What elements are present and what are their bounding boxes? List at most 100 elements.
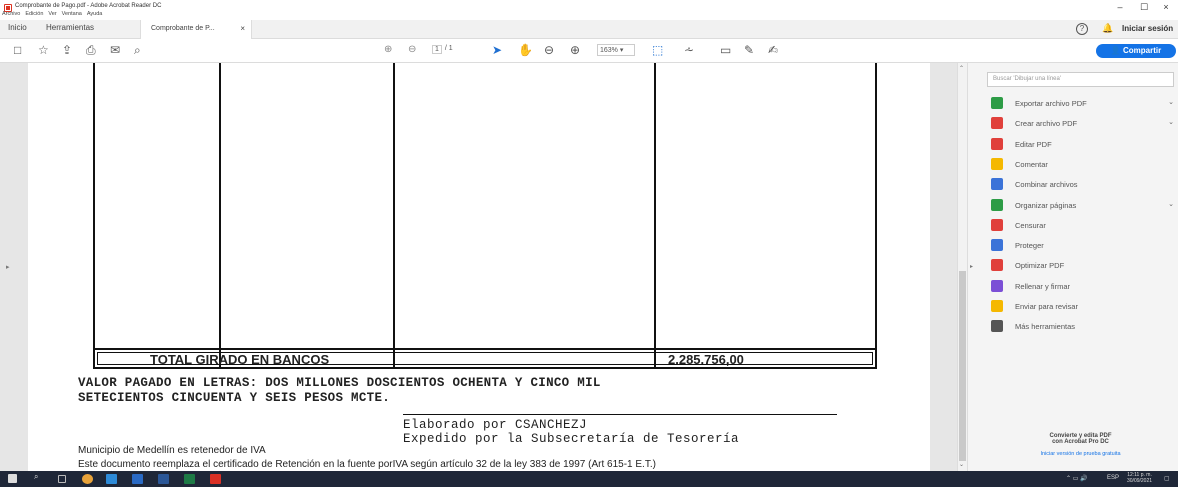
page-current-input[interactable]: 1 [432,45,442,54]
tool-item[interactable]: Comentar [991,157,1176,173]
tool-item-label: Más herramientas [1015,322,1076,332]
page-down-icon[interactable]: ⊖ [408,43,416,57]
menu-archivo[interactable]: Archivo [2,11,20,17]
zoom-out-icon[interactable]: ⊖ [544,43,554,57]
explorer-icon[interactable] [106,474,117,484]
system-tray-icons[interactable]: ⌃ ▭ 🔊 [1066,475,1088,482]
amount-words-line1: VALOR PAGADO EN LETRAS: DOS MILLONES DOS… [78,376,601,390]
close-button[interactable]: × [1158,2,1174,12]
scroll-down-icon[interactable]: ⌄ [959,461,964,468]
chrome-icon[interactable] [82,474,93,484]
tab-close-icon[interactable]: × [240,24,245,33]
acrobat-taskbar-icon[interactable] [210,474,221,484]
replacement-note: Este documento reemplaza el certificado … [78,459,656,470]
chevron-down-icon[interactable]: ⌄ [1168,118,1174,126]
tab-herramientas[interactable]: Herramientas [46,23,94,32]
tool-item[interactable]: Enviar para revisar [991,299,1176,315]
clock[interactable]: 12:11 p. m. 30/09/2021 [1127,472,1152,484]
menu-ventana[interactable]: Ventana [62,11,82,17]
document-viewer[interactable]: ▸ TOTAL GIRADO EN BANCOS 2.285.756,00 VA… [0,63,957,471]
signin-link[interactable]: Iniciar sesión [1122,24,1173,33]
free-trial-link[interactable]: Iniciar versión de prueba gratuita [987,451,1174,457]
menu-edicion[interactable]: Edición [25,11,43,17]
tool-item-label: Proteger [1015,241,1044,251]
elaborated-by: Elaborado por CSANCHEZJ [403,418,588,432]
tool-item[interactable]: Optimizar PDF [991,258,1176,274]
search-icon[interactable]: ⌕ [134,43,141,57]
language-indicator[interactable]: ESP [1107,475,1119,481]
tool-item-label: Optimizar PDF [1015,261,1065,271]
tool-item[interactable]: Organizar páginas ⌄ [991,198,1176,214]
tool-item-label: Censurar [1015,220,1046,230]
minimize-button[interactable]: – [1112,2,1128,12]
chevron-down-icon[interactable]: ⌄ [1168,200,1174,208]
protect-icon [991,239,1003,252]
excel-icon[interactable] [184,474,195,484]
windows-start-icon[interactable] [8,474,17,483]
zoom-in-icon[interactable]: ⊕ [570,43,580,57]
share-label: Compartir [1122,46,1162,55]
tool-item-label: Rellenar y firmar [1015,281,1071,291]
tool-item[interactable]: Editar PDF [991,137,1176,153]
tab-inicio[interactable]: Inicio [8,23,27,32]
pdf-page [28,63,930,471]
scroll-up-icon[interactable]: ⌃ [959,65,964,72]
tool-item[interactable]: Censurar [991,218,1176,234]
vertical-scrollbar[interactable]: ⌃ ⌄ [957,63,967,471]
total-value: 2.285.756,00 [668,352,744,367]
cloud-upload-icon[interactable]: ⇪ [62,43,72,57]
sign-icon[interactable]: ✍ [768,43,778,57]
help-icon[interactable]: ? [1076,23,1088,35]
issued-by: Expedido por la Subsecretaría de Tesorer… [403,432,740,446]
maximize-button[interactable]: ☐ [1136,2,1152,13]
left-panel-toggle-icon[interactable]: ▸ [6,263,10,271]
fill-sign-icon [991,279,1003,292]
outlook-icon[interactable] [132,474,143,484]
edit-pdf-icon [991,137,1003,150]
comment-icon [991,157,1003,170]
task-view-icon[interactable] [58,475,66,483]
word-icon[interactable] [158,474,169,484]
tool-item-label: Combinar archivos [1015,180,1078,190]
page-up-icon[interactable]: ⊕ [384,43,392,57]
page-number[interactable]: 1 / 1 [432,45,466,54]
scroll-mode-icon[interactable]: ⩪ [684,43,694,57]
comment-tool-icon[interactable]: ▭ [720,43,731,57]
tool-item-label: Exportar archivo PDF [1015,99,1087,108]
tool-item[interactable]: Rellenar y firmar [991,279,1176,295]
create-icon[interactable]: □ [14,43,21,57]
scrollbar-thumb[interactable] [959,271,966,461]
tool-item-label: Comentar [1015,159,1048,169]
highlight-pen-icon[interactable]: ✎ [744,43,754,57]
tool-item[interactable]: Exportar archivo PDF ⌄ [991,96,1176,112]
tab-document-label: Comprobante de P... [151,25,215,32]
upgrade-promo: Convierte y edita PDF con Acrobat Pro DC… [987,427,1174,467]
tool-item[interactable]: Combinar archivos [991,177,1176,193]
hand-tool-icon[interactable]: ✋ [518,43,533,57]
fit-page-icon[interactable]: ⬚ [652,43,663,57]
tool-item[interactable]: Proteger [991,238,1176,254]
amount-words-line2: SETECIENTOS CINCUENTA Y SEIS PESOS MCTE. [78,391,391,405]
title-bar: Comprobante de Pago.pdf - Adobe Acrobat … [0,0,1178,20]
tool-item[interactable]: Más herramientas [991,319,1176,335]
tool-search-input[interactable]: Buscar 'Dibujar una línea' [987,72,1174,87]
menu-ver[interactable]: Ver [48,11,56,17]
menu-bar: Archivo Edición Ver Ventana Ayuda [2,11,102,17]
panel-collapse-icon[interactable]: ▸ [970,263,973,270]
tab-bar: Inicio Herramientas Comprobante de P... … [0,20,1178,39]
print-icon[interactable]: ⎙ [86,43,96,57]
notifications-bell-icon[interactable]: 🔔 [1102,23,1113,34]
search-taskbar-icon[interactable]: ⌕ [34,472,45,482]
share-button[interactable]: 👤 Compartir [1096,44,1176,58]
tab-document[interactable]: Comprobante de P... × [140,20,252,39]
menu-ayuda[interactable]: Ayuda [87,11,103,17]
zoom-select[interactable]: 163% ▾ [597,44,635,56]
combine-files-icon [991,178,1003,191]
chevron-down-icon[interactable]: ⌄ [1168,98,1174,106]
table-border [93,63,95,369]
select-cursor-icon[interactable]: ➤ [492,43,502,57]
notifications-icon[interactable]: ▢ [1164,475,1170,482]
tool-item[interactable]: Crear archivo PDF ⌄ [991,116,1176,132]
star-bookmark-icon[interactable]: ☆ [38,43,49,57]
email-icon[interactable]: ✉ [110,43,120,57]
